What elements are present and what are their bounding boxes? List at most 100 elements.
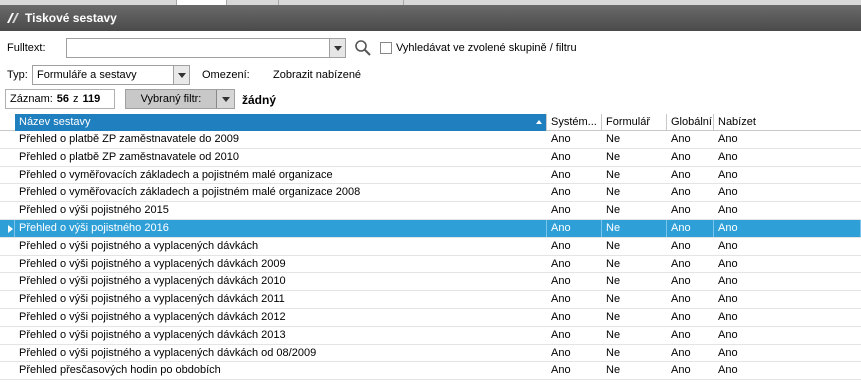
cell-system: Ano xyxy=(551,275,571,288)
cell-global: Ano xyxy=(671,293,691,306)
column-header-offer[interactable]: Nabízet xyxy=(714,114,861,131)
cell-offer: Ano xyxy=(718,204,738,217)
table-row[interactable]: Přehled o výši pojistného a vyplacených … xyxy=(0,273,861,292)
cell-name: Přehled o výši pojistného a vyplacených … xyxy=(19,239,259,252)
cell-form: Ne xyxy=(606,204,621,217)
table-row[interactable]: Přehled o vyměřovacích základech a pojis… xyxy=(0,184,861,203)
cell-system: Ano xyxy=(551,204,571,217)
window-titlebar: Tiskové sestavy xyxy=(0,5,861,31)
cell-global: Ano xyxy=(671,239,691,252)
cell-form: Ne xyxy=(606,239,621,252)
table-row[interactable]: Přehled o výši pojistného a vyplacených … xyxy=(0,238,861,256)
chevron-down-icon[interactable] xyxy=(216,90,234,108)
cell-system: Ano xyxy=(551,364,571,377)
chevron-down-icon[interactable] xyxy=(329,39,345,57)
table-row[interactable]: Přehled o výši pojistného a vyplacených … xyxy=(0,291,861,309)
cell-offer: Ano xyxy=(718,150,738,163)
row-indicator xyxy=(0,167,15,184)
cell-system: Ano xyxy=(551,150,571,163)
column-header-system[interactable]: Systém... xyxy=(547,114,602,131)
row-indicator xyxy=(0,362,15,379)
cell-system: Ano xyxy=(551,346,571,359)
row-indicator xyxy=(0,256,15,273)
cell-name: Přehled o vyměřovacích základech a pojis… xyxy=(19,168,333,181)
row-indicator xyxy=(0,327,15,344)
row-indicator xyxy=(0,149,15,166)
reports-grid: Název sestavy Systém... Formulář Globáln… xyxy=(0,114,861,381)
limit-label: Omezení: xyxy=(202,69,250,81)
cell-form: Ne xyxy=(606,310,621,323)
cell-system: Ano xyxy=(551,257,571,270)
column-header-form[interactable]: Formulář xyxy=(602,114,667,131)
cell-form: Ne xyxy=(606,168,621,181)
cell-name: Přehled o výši pojistného a vyplacených … xyxy=(19,293,285,306)
cell-name: Přehled o vyměřovacích základech a pojis… xyxy=(19,186,361,199)
cell-offer: Ano xyxy=(718,310,738,323)
cell-global: Ano xyxy=(671,168,691,181)
fulltext-label: Fulltext: xyxy=(7,42,46,54)
table-row[interactable]: Přehled o výši pojistného a vyplacených … xyxy=(0,309,861,327)
cell-offer: Ano xyxy=(718,275,738,288)
cell-global: Ano xyxy=(671,186,691,199)
window-title: Tiskové sestavy xyxy=(25,11,117,25)
cell-system: Ano xyxy=(551,168,571,181)
type-select[interactable]: Formuláře a sestavy xyxy=(32,65,190,85)
limit-value: Zobrazit nabízené xyxy=(273,69,362,81)
row-indicator xyxy=(0,291,15,308)
search-icon[interactable] xyxy=(354,39,372,57)
cell-global: Ano xyxy=(671,346,691,359)
row-indicator xyxy=(0,219,15,237)
cell-offer: Ano xyxy=(718,364,738,377)
fulltext-combo[interactable] xyxy=(66,38,346,58)
chevron-down-icon[interactable] xyxy=(173,66,189,84)
cell-global: Ano xyxy=(671,364,691,377)
table-row[interactable]: Přehled přesčasových hodin po obdobích An… xyxy=(0,362,861,381)
cell-offer: Ano xyxy=(718,257,738,270)
table-row[interactable]: Přehled o výši pojistného 2016 Ano Ne Ano An… xyxy=(0,219,861,238)
row-indicator xyxy=(0,131,15,148)
cell-global: Ano xyxy=(667,219,714,237)
table-row[interactable]: Přehled o výši pojistného a vyplacených … xyxy=(0,345,861,363)
cell-form: Ne xyxy=(606,133,621,145)
table-row[interactable]: Přehled o platbě ZP zaměstnavatele do 20… xyxy=(0,131,861,149)
cell-global: Ano xyxy=(671,275,691,288)
search-in-group-checkbox[interactable] xyxy=(380,42,392,54)
cell-global: Ano xyxy=(671,204,691,217)
record-counter: Záznam: 56 z 119 xyxy=(5,89,115,109)
cell-system: Ano xyxy=(547,219,602,237)
table-row[interactable]: Přehled o vyměřovacích základech a pojis… xyxy=(0,167,861,185)
table-row[interactable]: Přehled o výši pojistného a vyplacených … xyxy=(0,256,861,274)
cell-system: Ano xyxy=(551,310,571,323)
cell-name: Přehled o platbě ZP zaměstnavatele do 20… xyxy=(19,133,239,145)
cell-name: Přehled přesčasových hodin po obdobích xyxy=(19,364,221,377)
table-row[interactable]: Přehled o výši pojistného 2015 Ano Ne Ano An… xyxy=(0,202,861,220)
cell-system: Ano xyxy=(551,186,571,199)
cell-offer: Ano xyxy=(718,133,738,145)
cell-system: Ano xyxy=(551,133,571,145)
app-logo-icon xyxy=(7,13,19,23)
cell-form: Ne xyxy=(606,364,621,377)
cell-name: Přehled o výši pojistného 2015 xyxy=(19,204,169,217)
record-counter-label: Záznam: xyxy=(10,93,53,105)
cell-form: Ne xyxy=(606,275,621,288)
column-header-name[interactable]: Název sestavy xyxy=(15,114,547,131)
cell-name: Přehled o platbě ZP zaměstnavatele od 20… xyxy=(19,150,239,163)
cell-form: Ne xyxy=(602,219,667,237)
cell-name: Přehled o výši pojistného a vyplacených … xyxy=(19,257,286,270)
cell-offer: Ano xyxy=(718,186,738,199)
table-row[interactable]: Přehled o výši pojistného a vyplacených … xyxy=(0,327,861,345)
cell-global: Ano xyxy=(671,310,691,323)
cell-system: Ano xyxy=(551,328,571,341)
cell-offer: Ano xyxy=(718,293,738,306)
column-header-name-label: Název sestavy xyxy=(19,116,91,128)
limit-select[interactable]: Zobrazit nabízené xyxy=(268,65,518,85)
column-header-global[interactable]: Globální xyxy=(667,114,714,131)
cell-name: Přehled o výši pojistného a vyplacených … xyxy=(19,328,286,341)
selected-filter-button[interactable]: Vybraný filtr: xyxy=(125,89,235,109)
cell-form: Ne xyxy=(606,257,621,270)
cell-name: Přehled o výši pojistného 2016 xyxy=(15,219,547,237)
table-row[interactable]: Přehled o platbě ZP zaměstnavatele od 20… xyxy=(0,149,861,167)
selected-filter-label: Vybraný filtr: xyxy=(140,93,202,105)
row-indicator-header xyxy=(0,114,15,131)
current-row-arrow-icon xyxy=(8,224,13,233)
